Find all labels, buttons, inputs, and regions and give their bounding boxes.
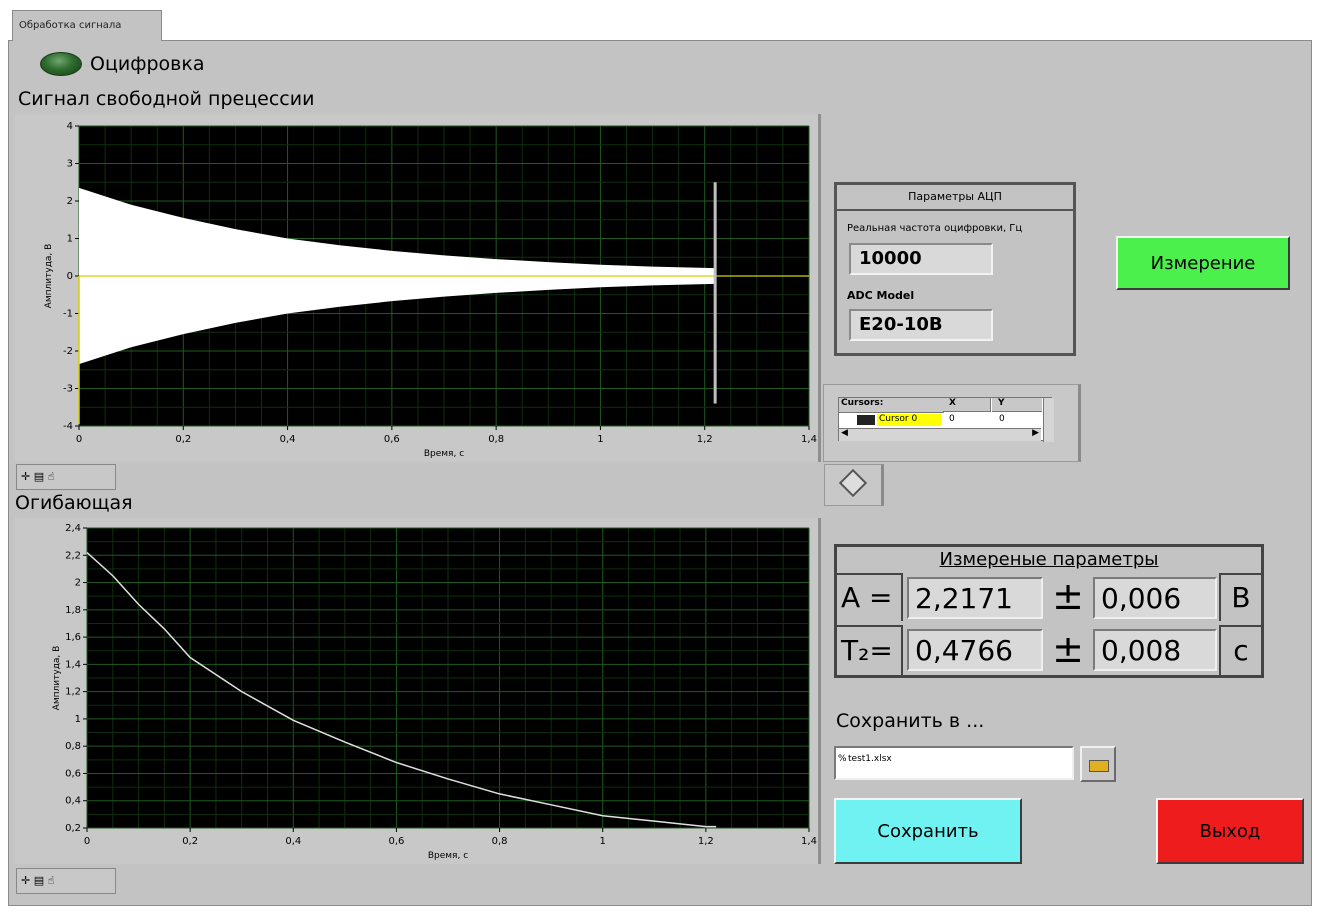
- save-to-label: Сохранить в ...: [836, 710, 985, 732]
- cursor-x-value[interactable]: 0: [949, 414, 955, 424]
- x-tick-label: 1,2: [697, 434, 713, 445]
- cursor-header: Cursors:: [839, 398, 944, 413]
- save-button[interactable]: Сохранить: [834, 798, 1022, 864]
- x-tick-label: 1,2: [698, 836, 714, 847]
- digitize-label: Оцифровка: [90, 53, 205, 75]
- result-a-value: 2,2171: [907, 577, 1043, 619]
- y-tick-label: 1: [67, 234, 73, 245]
- diamond-move-icon[interactable]: [838, 468, 868, 498]
- x-tick-label: 0,2: [175, 434, 191, 445]
- y-axis-label: Амплитуда, В: [44, 244, 54, 309]
- cursor-y-value[interactable]: 0: [999, 414, 1005, 424]
- cursor-move-control[interactable]: [824, 464, 884, 506]
- x-tick-label: 0,4: [285, 836, 301, 847]
- x-tick-label: 0,6: [384, 434, 400, 445]
- results-cluster: Измереные параметры A = 2,2171 ± 0,006 В…: [834, 544, 1264, 678]
- y-tick-label: 0,2: [65, 823, 81, 834]
- graph1-frame: 0 0,2 0,4 0,6 0,8 1 1,2 1,4 4 3 2 1 0 -1 -2 -3 -4 Время, …: [15, 114, 821, 462]
- graph2-frame: 0 0,2 0,4 0,6 0,8 1 1,2 1,4 2,4 2,2 2 1,8 1,6 1,4 1,2 1…: [15, 518, 821, 864]
- y-tick-label: -3: [63, 384, 73, 395]
- result-a-name: A =: [837, 573, 903, 621]
- y-tick-label: 1,4: [65, 659, 81, 670]
- x-tick-label: 0: [76, 434, 82, 445]
- graph2-palette[interactable]: ✛ ▤ ☝: [16, 868, 116, 894]
- graph1-title: Сигнал свободной прецессии: [18, 88, 315, 110]
- x-tick-label: 0,8: [488, 434, 504, 445]
- x-tick-label: 1,4: [801, 434, 817, 445]
- y-tick-label: 1,8: [65, 605, 81, 616]
- graph2-title: Огибающая: [15, 492, 133, 514]
- result-t2-value: 0,4766: [907, 629, 1043, 671]
- exit-button[interactable]: Выход: [1156, 798, 1304, 864]
- results-title: Измереные параметры: [939, 549, 1159, 570]
- plus-minus-icon: ±: [1052, 574, 1084, 618]
- y-tick-label: 0,8: [65, 741, 81, 752]
- envelope-graph[interactable]: 0 0,2 0,4 0,6 0,8 1 1,2 1,42,42,221,81,61,41,21…: [15, 518, 818, 864]
- x-tick-label: 1: [597, 434, 603, 445]
- browse-button[interactable]: [1080, 746, 1116, 782]
- graph1-palette[interactable]: ✛ ▤ ☝: [16, 464, 116, 490]
- digitize-led-indicator[interactable]: [40, 52, 82, 76]
- result-a-error: 0,006: [1093, 577, 1217, 619]
- scroll-left-icon[interactable]: ◀: [841, 428, 848, 438]
- x-tick-label: 0: [84, 836, 90, 847]
- freq-value: 10000: [849, 243, 993, 275]
- folder-icon: [1089, 760, 1109, 772]
- cursor-col-y: Y: [992, 398, 1042, 412]
- y-tick-label: 2: [67, 196, 73, 207]
- y-axis-label: Амплитуда, В: [52, 646, 62, 711]
- y-tick-label: 2: [75, 578, 81, 589]
- save-path-value[interactable]: test1.xlsx: [848, 754, 892, 764]
- signal-graph[interactable]: 0 0,2 0,4 0,6 0,8 1 1,2 1,4 4 3 2 1 0 -1 -2 -3 -4 Время, …: [15, 114, 818, 462]
- x-axis-label: Время, с: [424, 449, 464, 459]
- freq-label: Реальная частота оцифровки, Гц: [847, 223, 1023, 234]
- adc-model-value: E20-10B: [849, 309, 993, 341]
- tab-signal-processing[interactable]: Обработка сигнала: [12, 10, 162, 41]
- result-t2-name: T₂=: [837, 625, 903, 675]
- cursor-style-icon[interactable]: [857, 415, 875, 425]
- scroll-right-icon[interactable]: ▶: [1032, 428, 1039, 438]
- y-tick-label: 1,6: [65, 632, 81, 643]
- adc-params-cluster: Параметры АЦП Реальная частота оцифровки…: [834, 182, 1076, 356]
- cursor-legend: Cursors: X Y Cursor 0 0 0 ◀ ▶: [823, 384, 1081, 462]
- x-tick-label: 0,4: [280, 434, 296, 445]
- y-tick-label: 2,2: [65, 550, 81, 561]
- y-tick-label: 2,4: [65, 523, 81, 534]
- adc-params-title: Параметры АЦП: [837, 185, 1073, 211]
- adc-model-label: ADC Model: [847, 289, 915, 302]
- cursor-name[interactable]: Cursor 0: [877, 414, 941, 426]
- result-t2-error: 0,008: [1093, 629, 1217, 671]
- x-tick-label: 1: [600, 836, 606, 847]
- x-tick-label: 0,6: [388, 836, 404, 847]
- cursor-vscrollbar[interactable]: [1043, 398, 1054, 442]
- y-tick-label: 4: [67, 121, 73, 132]
- cursor-col-x: X: [943, 398, 991, 412]
- y-tick-label: 0,6: [65, 768, 81, 779]
- y-tick-label: -4: [63, 421, 73, 432]
- x-tick-label: 0,2: [182, 836, 198, 847]
- y-tick-label: 1: [75, 714, 81, 725]
- x-tick-label: 0,8: [492, 836, 508, 847]
- y-tick-label: 3: [67, 159, 73, 170]
- save-path-input[interactable]: % test1.xlsx: [834, 746, 1074, 780]
- x-tick-label: 1,4: [801, 836, 817, 847]
- measure-button[interactable]: Измерение: [1116, 236, 1290, 290]
- y-tick-label: 0: [67, 271, 73, 282]
- result-a-unit: В: [1219, 573, 1261, 621]
- plus-minus-icon: ±: [1052, 627, 1084, 671]
- y-tick-label: -2: [63, 346, 73, 357]
- result-t2-unit: с: [1219, 625, 1261, 675]
- y-tick-label: 0,4: [65, 796, 81, 807]
- y-tick-label: 1,2: [65, 687, 81, 698]
- cursor-hscrollbar[interactable]: ◀ ▶: [839, 428, 1041, 441]
- path-prefix: %: [838, 754, 847, 764]
- y-tick-label: -1: [63, 309, 73, 320]
- x-axis-label: Время, с: [428, 851, 468, 861]
